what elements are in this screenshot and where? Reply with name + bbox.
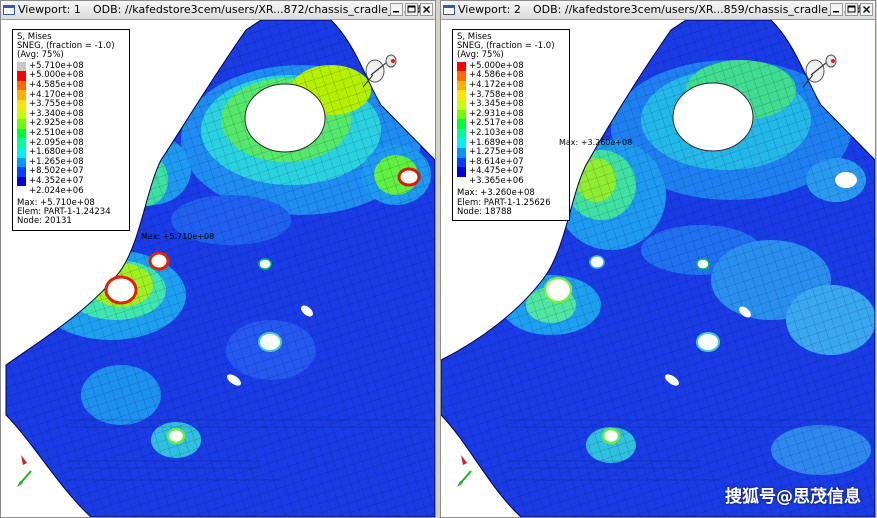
- legend-color-swatch: [457, 157, 466, 168]
- viewport-1-minimize-button[interactable]: [390, 3, 403, 16]
- stress-hole-1: [543, 276, 573, 304]
- legend-color-swatch: [17, 147, 26, 158]
- viewport-2-title: Viewport: 2: [458, 3, 521, 16]
- viewport-1-maximize-button[interactable]: [405, 3, 418, 16]
- legend-color-swatch: [17, 119, 26, 129]
- stress-hole-2: [148, 251, 170, 271]
- viewport-2-maximize-button[interactable]: [845, 3, 858, 16]
- close-icon: [423, 6, 430, 13]
- lower-hole: [601, 427, 621, 445]
- viewport-1-odb-path: ODB: //kafedstore3cem/users/XR...872/cha…: [93, 3, 428, 16]
- legend-color-swatch: [457, 109, 466, 120]
- legend-color-swatch: [17, 71, 26, 81]
- view-orientation-icon[interactable]: [801, 53, 841, 91]
- coordinate-triad-icon: [17, 455, 32, 487]
- upper-right-hole: [397, 167, 421, 187]
- legend-level-value: +3.345e+08: [469, 99, 524, 110]
- viewport-2-close-button[interactable]: [860, 3, 873, 16]
- legend-color-swatch: [17, 109, 26, 120]
- legend-color-swatch: [17, 176, 26, 187]
- legend-level-value: +4.352e+07: [29, 175, 84, 186]
- legend-color-swatch: [17, 61, 26, 72]
- legend-level-value: +2.510e+08: [29, 127, 84, 138]
- legend-color-swatch: [457, 147, 466, 158]
- legend-level: +3.365e+06: [457, 175, 565, 187]
- maximize-icon: [407, 5, 416, 13]
- legend-color-swatch: [457, 90, 466, 100]
- view-orientation-icon[interactable]: [361, 53, 401, 91]
- legend-node: Node: 18788: [457, 206, 512, 217]
- viewport-1-titlebar[interactable]: Viewport: 1 ODB: //kafedstore3cem/users/…: [1, 1, 435, 20]
- viewport-window-icon: [443, 5, 455, 15]
- legend-level-value: +3.755e+08: [29, 99, 84, 110]
- legend-color-swatch: [457, 138, 466, 148]
- legend-scale: +5.710e+08 +5.000e+08 +4.585e+08 +4.170e+08…: [17, 61, 125, 196]
- viewport-1-title: Viewport: 1: [18, 3, 81, 16]
- legend-level: +2.103e+08: [457, 127, 565, 139]
- legend-color-swatch: [457, 119, 466, 129]
- viewport-1[interactable]: Viewport: 1 ODB: //kafedstore3cem/users/…: [0, 0, 436, 518]
- legend-color-swatch: [457, 61, 466, 72]
- legend-scale: +5.000e+08 +4.586e+08 +4.172e+08 +3.758e+08…: [457, 61, 565, 187]
- max-marker-label: Max: +3.260e+08: [559, 138, 633, 147]
- legend-color-swatch: [17, 90, 26, 100]
- coordinate-triad-icon: [457, 455, 472, 487]
- viewport-2-legend: S, Mises SNEG, (fraction = -1.0) (Avg: 7…: [452, 29, 570, 221]
- legend-color-swatch: [17, 186, 26, 196]
- legend-node: Node: 20131: [17, 216, 72, 227]
- center-hole: [696, 332, 720, 352]
- legend-color-swatch: [457, 128, 466, 139]
- small-hole: [258, 258, 272, 270]
- legend-color-swatch: [17, 128, 26, 139]
- stress-hole-2: [589, 255, 605, 269]
- legend-level-value: +3.365e+06: [469, 175, 524, 186]
- legend-level: +2.510e+08: [17, 127, 125, 139]
- watermark: 搜狐号@思茂信息: [725, 487, 861, 507]
- legend-level-value: +4.585e+08: [29, 79, 84, 90]
- legend-level-value: +2.103e+08: [469, 127, 524, 138]
- legend-averaging: (Avg: 75%): [457, 50, 504, 61]
- legend-color-swatch: [17, 167, 26, 177]
- stress-hole-1: [104, 275, 138, 305]
- viewport-window-icon: [3, 5, 15, 15]
- legend-averaging: (Avg: 75%): [17, 50, 64, 61]
- legend-color-swatch: [17, 157, 26, 168]
- upper-right-hole: [835, 172, 857, 188]
- legend-color-swatch: [457, 99, 466, 110]
- legend-level: +4.585e+08: [17, 79, 125, 91]
- large-bore-hole: [244, 83, 326, 153]
- legend-level-value: +4.172e+08: [469, 79, 524, 90]
- legend-level: +4.352e+07: [17, 175, 125, 187]
- lower-hole: [166, 427, 186, 445]
- legend-level: +4.172e+08: [457, 79, 565, 91]
- legend-level-value: +1.275e+08: [469, 147, 524, 158]
- viewport-2[interactable]: Viewport: 2 ODB: //kafedstore3cem/users/…: [440, 0, 876, 518]
- maximize-icon: [847, 5, 856, 13]
- legend-color-swatch: [457, 177, 466, 187]
- viewport-2-minimize-button[interactable]: [830, 3, 843, 16]
- viewport-1-legend: S, Mises SNEG, (fraction = -1.0) (Avg: 7…: [12, 29, 130, 231]
- close-icon: [863, 6, 870, 13]
- viewport-1-close-button[interactable]: [420, 3, 433, 16]
- viewport-2-odb-path: ODB: //kafedstore3cem/users/XR...859/cha…: [533, 3, 868, 16]
- minimize-icon: [833, 11, 839, 13]
- center-hole: [258, 332, 282, 352]
- legend-color-swatch: [457, 167, 466, 177]
- legend-color-swatch: [17, 80, 26, 91]
- max-marker-label: Max: +5.710e+08: [141, 232, 215, 241]
- small-hole: [696, 258, 710, 270]
- large-bore-hole: [672, 82, 754, 152]
- legend-color-swatch: [457, 80, 466, 91]
- viewport-2-titlebar[interactable]: Viewport: 2 ODB: //kafedstore3cem/users/…: [441, 1, 875, 20]
- legend-level: +2.024e+06: [17, 186, 125, 196]
- legend-color-swatch: [17, 99, 26, 110]
- legend-level-value: +1.680e+08: [29, 147, 84, 158]
- legend-level-value: +2.024e+06: [29, 185, 84, 196]
- minimize-icon: [393, 11, 399, 13]
- legend-color-swatch: [457, 71, 466, 81]
- legend-color-swatch: [17, 138, 26, 148]
